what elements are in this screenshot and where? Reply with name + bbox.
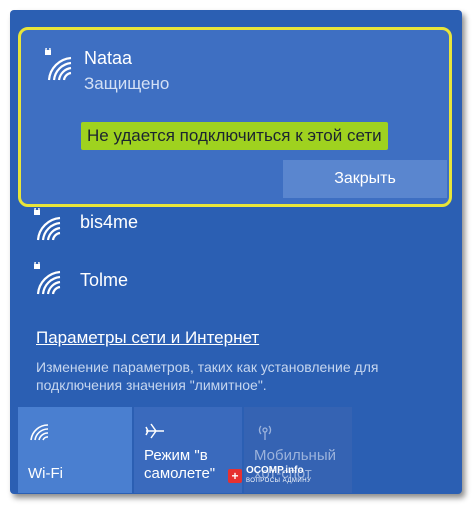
watermark-text: OCOMP.info ВОПРОСЫ АДМИНУ — [246, 465, 312, 485]
network-name: bis4me — [80, 212, 139, 232]
network-settings-description: Изменение параметров, таких как установл… — [36, 359, 379, 393]
network-flyout: Nataa Защищено Не удается подключиться к… — [10, 10, 462, 494]
airplane-mode-tile[interactable]: Режим "в самолете" — [134, 407, 242, 493]
secured-wifi-icon — [43, 48, 73, 82]
tile-label: Режим "в самолете" — [144, 447, 216, 482]
connection-error-message: Не удается подключиться к этой сети — [81, 122, 388, 150]
selected-network-card[interactable]: Nataa Защищено Не удается подключиться к… — [18, 27, 452, 207]
watermark-badge: + — [228, 469, 242, 483]
wifi-icon — [28, 421, 50, 441]
network-item-bis4me[interactable]: bis4me — [10, 206, 462, 258]
watermark-logo: + OCOMP.info ВОПРОСЫ АДМИНУ — [228, 466, 311, 486]
network-settings-link[interactable]: Параметры сети и Интернет — [36, 328, 259, 348]
network-status: Защищено — [84, 74, 170, 93]
tile-label: Wi-Fi — [28, 465, 63, 482]
close-button[interactable]: Закрыть — [283, 160, 447, 198]
network-name: Tolme — [80, 270, 129, 290]
network-item-tolme[interactable]: Tolme — [10, 260, 462, 312]
secured-wifi-icon — [32, 262, 62, 296]
airplane-icon — [144, 421, 166, 441]
secured-wifi-icon — [32, 208, 62, 242]
wifi-toggle-tile[interactable]: Wi-Fi — [18, 407, 132, 493]
network-name: Nataa — [84, 48, 133, 68]
hotspot-icon — [254, 421, 276, 441]
